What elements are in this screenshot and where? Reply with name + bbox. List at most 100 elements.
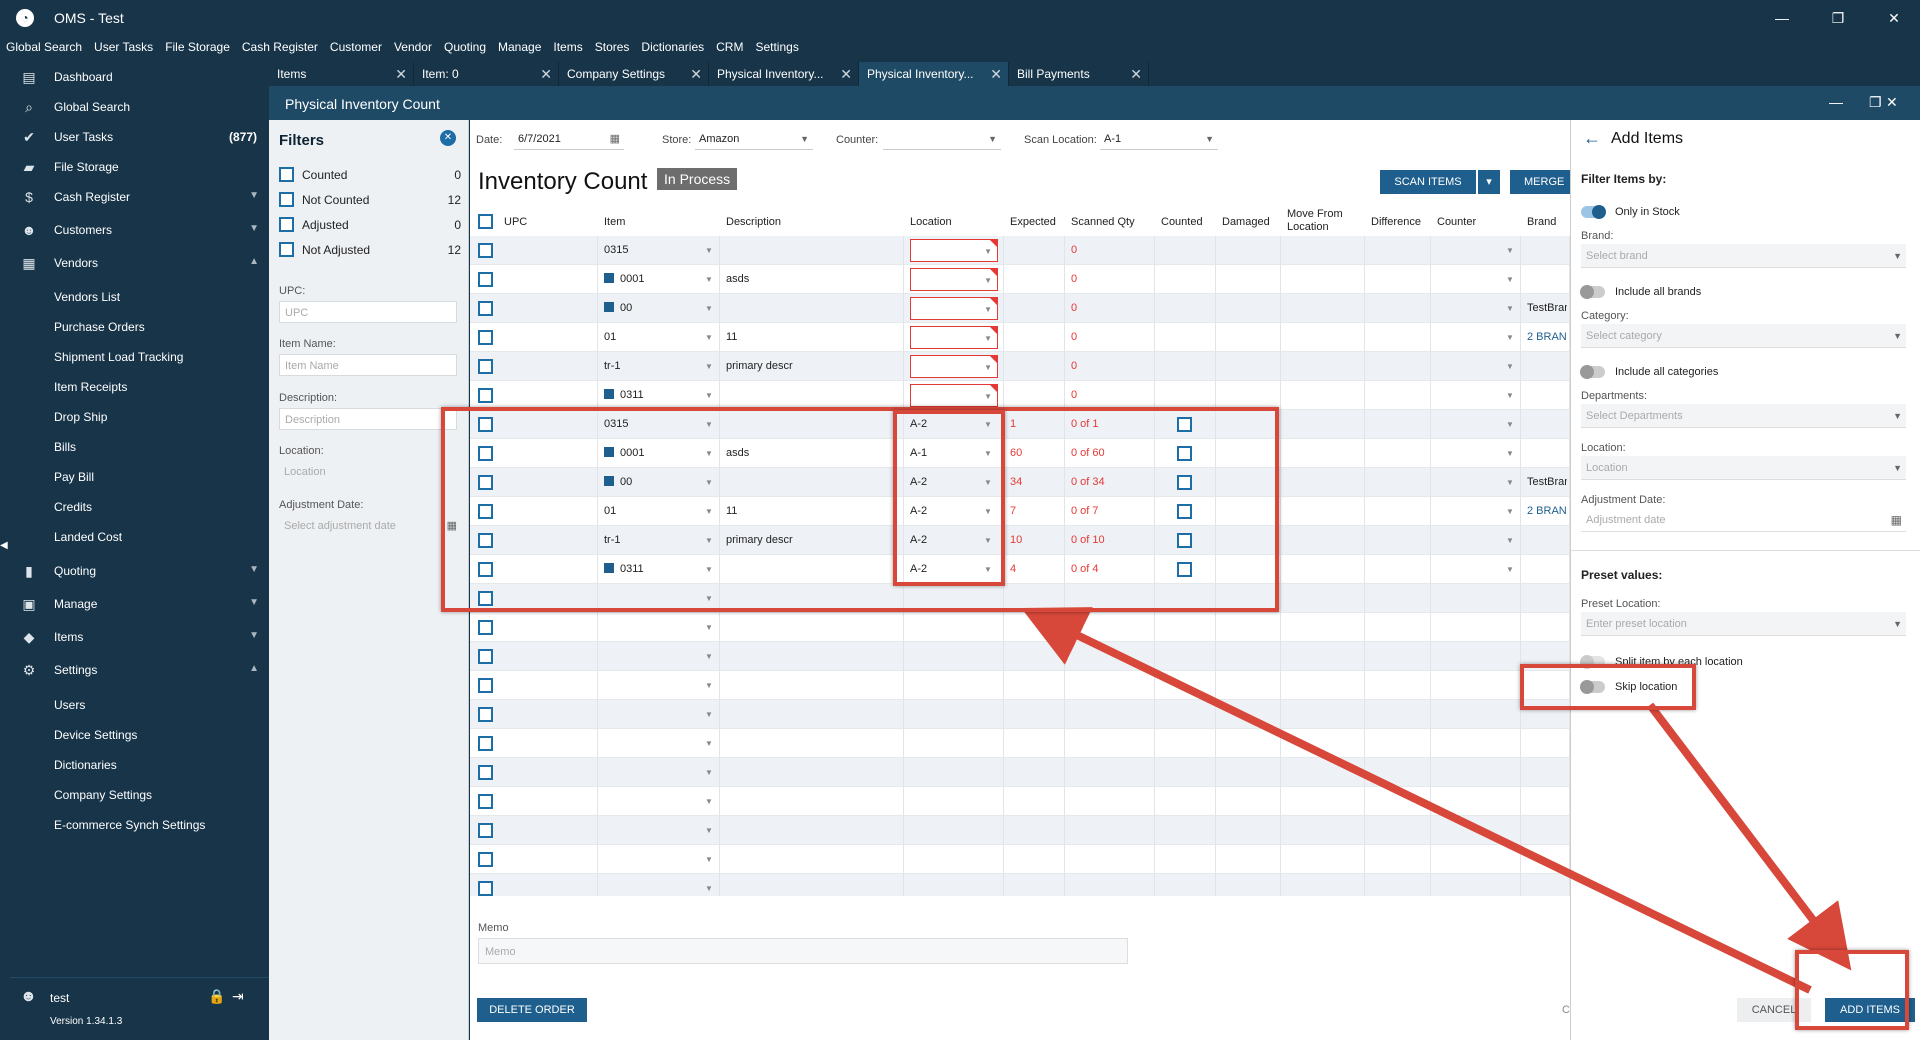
- only-in-stock-toggle[interactable]: [1581, 205, 1606, 219]
- row-checkbox[interactable]: [478, 330, 493, 345]
- row-checkbox[interactable]: [478, 359, 493, 374]
- menu-vendor[interactable]: Vendor: [394, 40, 432, 60]
- item-dropdown-icon[interactable]: ▼: [705, 739, 713, 748]
- row-checkbox[interactable]: [478, 707, 493, 722]
- tab-physical-inventory-2[interactable]: Physical Inventory... ✕: [859, 62, 1009, 86]
- location-select[interactable]: Location: [279, 461, 457, 483]
- location-select-invalid[interactable]: ▼: [910, 384, 998, 407]
- item-dropdown-icon[interactable]: ▼: [705, 246, 713, 255]
- col-description[interactable]: Description: [726, 206, 781, 236]
- sidebar-item-dashboard[interactable]: ▤ Dashboard: [10, 62, 269, 92]
- table-row[interactable]: ▼: [470, 816, 1570, 845]
- item-dropdown-icon[interactable]: ▼: [705, 362, 713, 371]
- item-dropdown-icon[interactable]: ▼: [705, 623, 713, 632]
- menu-customer[interactable]: Customer: [330, 40, 382, 60]
- menu-items[interactable]: Items: [553, 40, 582, 60]
- close-icon[interactable]: ✕: [540, 62, 552, 86]
- sidebar-item-customers[interactable]: ☻ Customers ▼: [10, 215, 269, 245]
- counter-dropdown-icon[interactable]: ▼: [1506, 449, 1514, 458]
- table-row[interactable]: ▼ 01 11 ▼ 0 ▼ 2 BRANI: [470, 323, 1570, 352]
- adjustment-date-input[interactable]: Select adjustment date ▦: [279, 515, 457, 537]
- row-checkbox[interactable]: [478, 272, 493, 287]
- item-dropdown-icon[interactable]: ▼: [705, 391, 713, 400]
- sidebar-item-vendors[interactable]: ▦ Vendors ▲: [10, 248, 269, 278]
- close-icon[interactable]: ✕: [690, 62, 702, 86]
- row-checkbox[interactable]: [478, 301, 493, 316]
- item-dropdown-icon[interactable]: ▼: [705, 275, 713, 284]
- table-row[interactable]: ▼: [470, 700, 1570, 729]
- location-select-invalid[interactable]: ▼: [910, 355, 998, 378]
- restore-panel-button[interactable]: ❐: [1869, 94, 1882, 111]
- col-move-from-location[interactable]: Move From Location: [1287, 206, 1355, 236]
- sidebar-item-ecommerce-synch[interactable]: E-commerce Synch Settings: [54, 818, 205, 832]
- sidebar-item-credits[interactable]: Credits: [54, 500, 92, 514]
- scan-items-dropdown-button[interactable]: ▾: [1478, 170, 1500, 194]
- item-dropdown-icon[interactable]: ▼: [705, 681, 713, 690]
- counter-dropdown-icon[interactable]: ▼: [1506, 333, 1514, 342]
- checkbox[interactable]: [279, 217, 294, 232]
- sidebar-item-vendors-list[interactable]: Vendors List: [54, 290, 120, 304]
- item-dropdown-icon[interactable]: ▼: [705, 855, 713, 864]
- row-checkbox[interactable]: [478, 881, 493, 896]
- sidebar-item-device-settings[interactable]: Device Settings: [54, 728, 137, 742]
- sidebar-item-user-tasks[interactable]: ✔ User Tasks (877): [10, 122, 269, 152]
- scan-items-button[interactable]: SCAN ITEMS: [1380, 170, 1476, 194]
- merge-button[interactable]: MERGE I: [1510, 170, 1570, 212]
- delete-order-button[interactable]: DELETE ORDER: [477, 998, 587, 1022]
- menu-manage[interactable]: Manage: [498, 40, 541, 60]
- col-brand[interactable]: Brand: [1527, 206, 1556, 236]
- col-counted[interactable]: Counted: [1161, 206, 1203, 236]
- menu-quoting[interactable]: Quoting: [444, 40, 486, 60]
- counter-dropdown-icon[interactable]: ▼: [1506, 536, 1514, 545]
- preset-location-select[interactable]: Enter preset location ▼: [1581, 612, 1906, 636]
- table-row[interactable]: ▼: [470, 758, 1570, 787]
- col-difference[interactable]: Difference: [1371, 206, 1421, 236]
- sidebar-item-manage[interactable]: ▣ Manage ▼: [10, 589, 269, 619]
- table-row[interactable]: ▼ 0001 asds ▼ 0 ▼: [470, 265, 1570, 294]
- counter-dropdown-icon[interactable]: ▼: [1506, 391, 1514, 400]
- item-dropdown-icon[interactable]: ▼: [705, 652, 713, 661]
- sidebar-item-dictionaries[interactable]: Dictionaries: [54, 758, 117, 772]
- counter-dropdown-icon[interactable]: ▼: [1506, 565, 1514, 574]
- collapse-sidebar-icon[interactable]: ◀: [0, 540, 8, 551]
- col-counter[interactable]: Counter: [1437, 206, 1476, 236]
- col-expected[interactable]: Expected: [1010, 206, 1056, 236]
- item-dropdown-icon[interactable]: ▼: [705, 304, 713, 313]
- departments-select[interactable]: Select Departments ▼: [1581, 404, 1906, 428]
- item-dropdown-icon[interactable]: ▼: [705, 333, 713, 342]
- row-checkbox[interactable]: [478, 736, 493, 751]
- close-icon[interactable]: ✕: [990, 62, 1002, 86]
- table-row[interactable]: ▼: [470, 729, 1570, 758]
- menu-user-tasks[interactable]: User Tasks: [94, 40, 153, 60]
- menu-cash-register[interactable]: Cash Register: [242, 40, 318, 60]
- location-select-invalid[interactable]: ▼: [910, 239, 998, 262]
- location-select-invalid[interactable]: ▼: [910, 268, 998, 291]
- sidebar-item-purchase-orders[interactable]: Purchase Orders: [54, 320, 145, 334]
- maximize-button[interactable]: ❐: [1826, 8, 1850, 28]
- counter-dropdown-icon[interactable]: ▼: [1506, 420, 1514, 429]
- checkbox[interactable]: [279, 167, 294, 182]
- menu-settings[interactable]: Settings: [755, 40, 798, 60]
- counter-dropdown-icon[interactable]: ▼: [1506, 478, 1514, 487]
- close-icon[interactable]: ✕: [1130, 62, 1142, 86]
- sidebar-item-users[interactable]: Users: [54, 698, 85, 712]
- sidebar-item-file-storage[interactable]: ▰ File Storage: [10, 152, 269, 182]
- col-item[interactable]: Item: [604, 206, 625, 236]
- sidebar-item-item-receipts[interactable]: Item Receipts: [54, 380, 127, 394]
- select-all-checkbox[interactable]: [478, 214, 493, 229]
- item-dropdown-icon[interactable]: ▼: [705, 826, 713, 835]
- close-button[interactable]: ✕: [1882, 8, 1906, 28]
- table-row[interactable]: ▼ 0311 ▼ 0 ▼: [470, 381, 1570, 410]
- filter-counted[interactable]: Counted 0: [279, 165, 461, 185]
- row-checkbox[interactable]: [478, 388, 493, 403]
- scan-location-select[interactable]: A-1 ▼: [1100, 128, 1218, 150]
- table-row[interactable]: ▼ 0315 ▼ 0 ▼: [470, 236, 1570, 265]
- table-row[interactable]: ▼: [470, 874, 1570, 896]
- counter-dropdown-icon[interactable]: ▼: [1506, 246, 1514, 255]
- counter-dropdown-icon[interactable]: ▼: [1506, 507, 1514, 516]
- back-arrow-icon[interactable]: ←: [1583, 128, 1601, 149]
- minimize-button[interactable]: —: [1770, 8, 1794, 28]
- col-location[interactable]: Location: [910, 206, 952, 236]
- table-row[interactable]: ▼: [470, 787, 1570, 816]
- description-input[interactable]: Description: [279, 408, 457, 430]
